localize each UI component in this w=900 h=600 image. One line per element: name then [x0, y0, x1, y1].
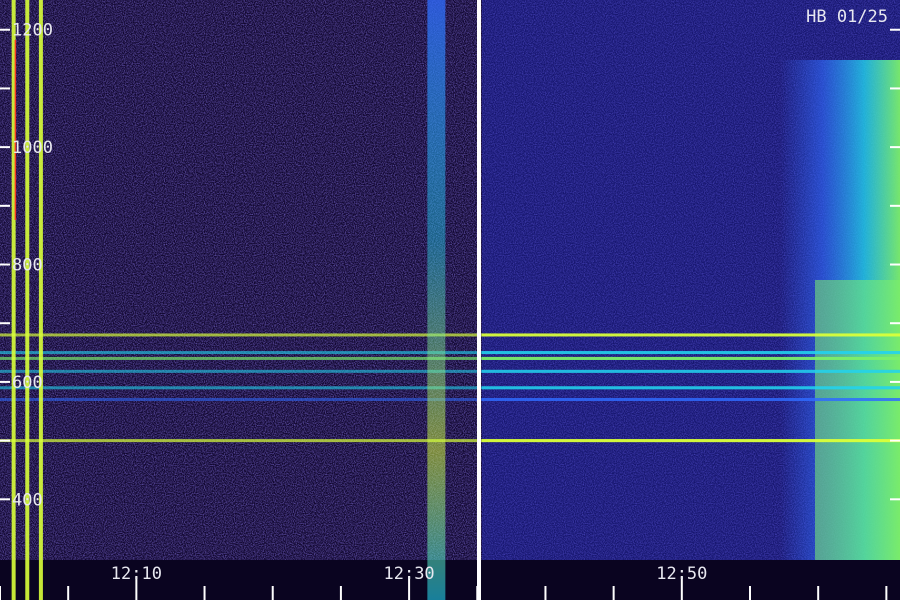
chart-title: HB 01/25 [806, 7, 888, 27]
band-right-4 [482, 386, 900, 390]
vertical-event-3 [427, 0, 446, 600]
y-tick-mark-right-800 [890, 263, 900, 266]
y-tick-mark-right-400 [890, 498, 900, 501]
y-tick-mark-right-900 [890, 204, 900, 207]
y-tick-mark-right-700 [890, 322, 900, 325]
y-tick-mark-400 [0, 498, 10, 501]
y-tick-label-800: 800 [12, 256, 43, 276]
y-tick-mark-right-1000 [890, 146, 900, 149]
x-tick-label-0: 12:10 [111, 564, 162, 584]
band-right-5 [482, 398, 900, 402]
x-tick-label-2: 12:50 [656, 564, 707, 584]
band-right-6 [482, 439, 900, 443]
y-tick-mark-500 [0, 439, 10, 442]
x-tick-mark-760 [544, 586, 547, 600]
y-tick-mark-right-500 [890, 439, 900, 442]
y-tick-mark-800 [0, 263, 10, 266]
y-tick-mark-right-1100 [890, 87, 900, 90]
x-tick-mark-735 [203, 586, 206, 600]
y-tick-mark-right-1200 [890, 28, 900, 31]
x-tick-mark-785 [885, 586, 888, 600]
x-tick-mark-740 [271, 586, 274, 600]
band-right-2 [482, 356, 900, 360]
spectrogram-svg: 400 600 800 1000 1200 12:10 12:30 12:50 HB 01/… [0, 0, 900, 600]
y-tick-mark-1100 [0, 87, 10, 90]
y-tick-label-1000: 1000 [12, 138, 53, 158]
marker-red [14, 40, 17, 220]
y-tick-mark-600 [0, 380, 10, 383]
x-tick-mark-765 [612, 586, 615, 600]
x-tick-mark-780 [817, 586, 820, 600]
spectrogram: 400 600 800 1000 1200 12:10 12:30 12:50 HB 01/… [0, 0, 900, 600]
band-right-0 [482, 333, 900, 337]
broadband-burst-core [815, 280, 900, 560]
x-tick-mark-725 [67, 586, 70, 600]
y-tick-mark-900 [0, 204, 10, 207]
y-tick-mark-700 [0, 322, 10, 325]
x-tick-mark-745 [339, 586, 342, 600]
x-tick-mark-775 [749, 586, 751, 600]
y-tick-mark-1200 [0, 28, 10, 31]
band-right-1 [482, 351, 900, 355]
y-tick-label-600: 600 [12, 373, 43, 393]
panel-divider [477, 0, 481, 600]
y-tick-label-1200: 1200 [12, 21, 53, 41]
y-tick-label-400: 400 [12, 490, 43, 510]
y-tick-mark-1000 [0, 146, 10, 149]
band-right-3 [482, 369, 900, 373]
x-tick-mark-755 [476, 586, 479, 600]
x-tick-mark-720 [0, 586, 1, 600]
x-tick-label-1: 12:30 [383, 564, 434, 584]
y-tick-mark-right-600 [890, 380, 900, 383]
